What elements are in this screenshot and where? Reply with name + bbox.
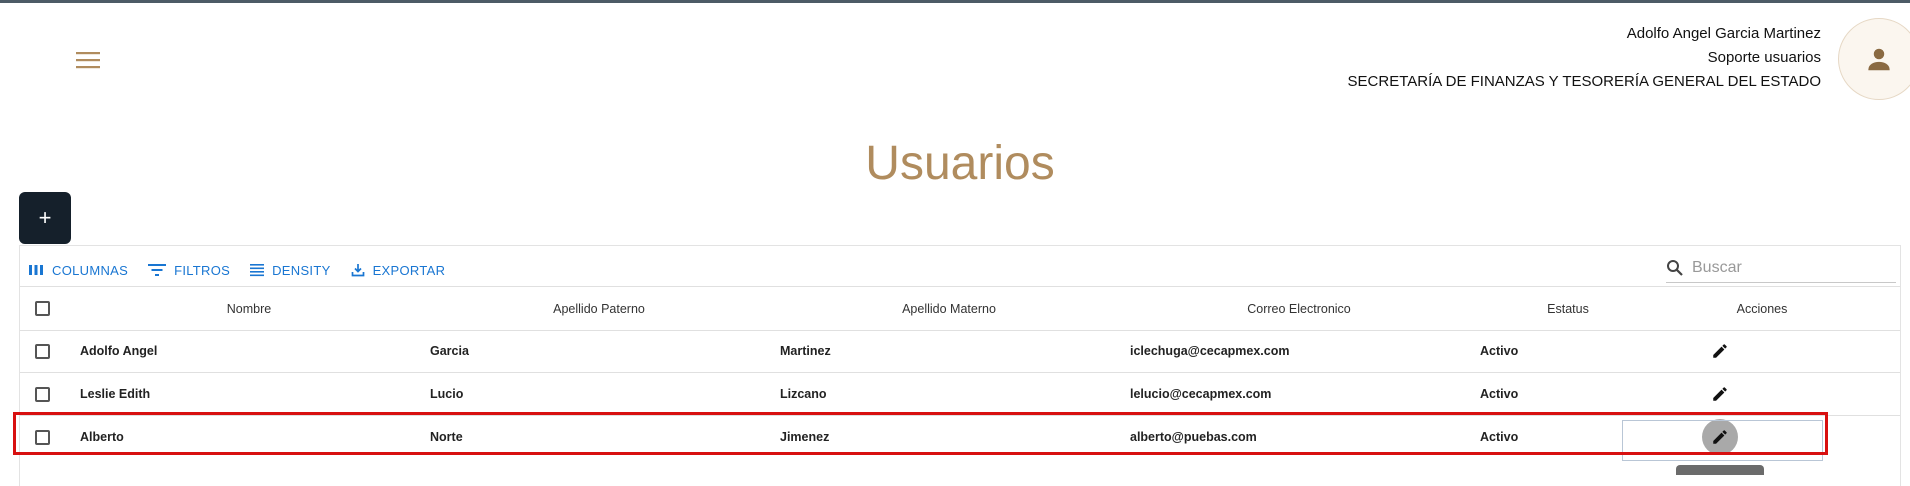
cell-apellido-materno: Martinez: [780, 344, 831, 358]
person-icon: [1868, 48, 1890, 71]
user-role: Soporte usuarios: [1707, 49, 1821, 66]
edit-tooltip: [1676, 465, 1764, 475]
table-row[interactable]: Leslie Edith Lucio Lizcano lelucio@cecap…: [20, 373, 1900, 416]
row-select-cell: [35, 373, 50, 415]
cell-correo: lelucio@cecapmex.com: [1130, 387, 1272, 401]
row-checkbox[interactable]: [35, 429, 50, 445]
cell-nombre: Adolfo Angel: [80, 344, 158, 358]
avatar-button[interactable]: [1838, 18, 1910, 100]
table-row[interactable]: Alberto Norte Jimenez alberto@puebas.com…: [20, 416, 1900, 458]
row-actions-cell: [1702, 373, 1738, 415]
cell-apellido-paterno: Norte: [430, 430, 463, 444]
edit-button[interactable]: [1702, 333, 1738, 369]
page-title: Usuarios: [865, 137, 1055, 190]
table-header-row: Nombre Apellido Paterno Apellido Materno…: [20, 286, 1900, 331]
cell-apellido-materno: Jimenez: [780, 430, 830, 444]
select-all-checkbox[interactable]: [35, 301, 50, 316]
export-button[interactable]: EXPORTAR: [351, 263, 446, 278]
table-row[interactable]: Adolfo Angel Garcia Martinez iclechuga@c…: [20, 330, 1900, 373]
search-box: [1666, 254, 1896, 283]
density-icon: [250, 264, 265, 277]
cell-estatus: Activo: [1480, 387, 1519, 401]
column-header-apellido-materno[interactable]: Apellido Materno: [774, 287, 1124, 330]
columns-icon: [29, 265, 43, 275]
row-actions-cell: [1702, 330, 1738, 372]
cell-correo: iclechuga@cecapmex.com: [1130, 344, 1290, 358]
users-data-grid: COLUMNAS FILTROS DENSITY EXPORTAR Buscar…: [19, 245, 1901, 486]
user-name: Adolfo Angel Garcia Martinez: [1626, 25, 1821, 42]
row-select-cell: [35, 416, 50, 458]
column-header-correo[interactable]: Correo Electronico: [1124, 287, 1474, 330]
export-label: EXPORTAR: [372, 262, 446, 278]
density-label: DENSITY: [272, 262, 331, 278]
filter-icon: [148, 264, 167, 276]
add-user-button[interactable]: +: [19, 192, 71, 244]
focused-cell-outline: [1622, 420, 1823, 461]
cell-apellido-paterno: Garcia: [430, 344, 469, 358]
grid-toolbar: COLUMNAS FILTROS DENSITY EXPORTAR: [28, 258, 445, 282]
columns-label: COLUMNAS: [52, 262, 129, 278]
search-icon: [1667, 260, 1683, 276]
column-header-estatus[interactable]: Estatus: [1474, 287, 1662, 330]
select-all-cell: [35, 287, 50, 330]
hamburger-menu-icon: [76, 52, 100, 69]
cell-apellido-materno: Lizcano: [780, 387, 827, 401]
cell-nombre: Alberto: [80, 430, 124, 444]
top-accent-line: [0, 0, 1910, 3]
row-select-cell: [35, 330, 50, 372]
row-checkbox[interactable]: [35, 343, 50, 359]
column-header-nombre[interactable]: Nombre: [74, 287, 424, 330]
columns-button[interactable]: COLUMNAS: [28, 263, 128, 278]
column-header-acciones: Acciones: [1736, 301, 1788, 316]
row-checkbox[interactable]: [35, 386, 50, 402]
edit-pencil-icon: [1713, 387, 1727, 401]
cell-estatus: Activo: [1480, 344, 1519, 358]
filters-button[interactable]: FILTROS: [148, 263, 230, 278]
user-info: Adolfo Angel Garcia Martinez Soporte usu…: [1348, 22, 1821, 94]
cell-correo: alberto@puebas.com: [1130, 430, 1257, 444]
edit-pencil-icon: [1713, 344, 1727, 358]
column-header-apellido-paterno[interactable]: Apellido Paterno: [424, 287, 774, 330]
user-department: SECRETARÍA DE FINANZAS Y TESORERÍA GENER…: [1347, 73, 1821, 90]
search-input[interactable]: [1690, 258, 1884, 278]
density-button[interactable]: DENSITY: [250, 263, 330, 278]
edit-button[interactable]: [1702, 376, 1738, 412]
cell-apellido-paterno: Lucio: [430, 387, 464, 401]
filters-label: FILTROS: [174, 262, 231, 278]
download-icon: [351, 264, 364, 277]
cell-estatus: Activo: [1480, 430, 1519, 444]
menu-button[interactable]: [62, 40, 114, 80]
cell-nombre: Leslie Edith: [80, 387, 151, 401]
